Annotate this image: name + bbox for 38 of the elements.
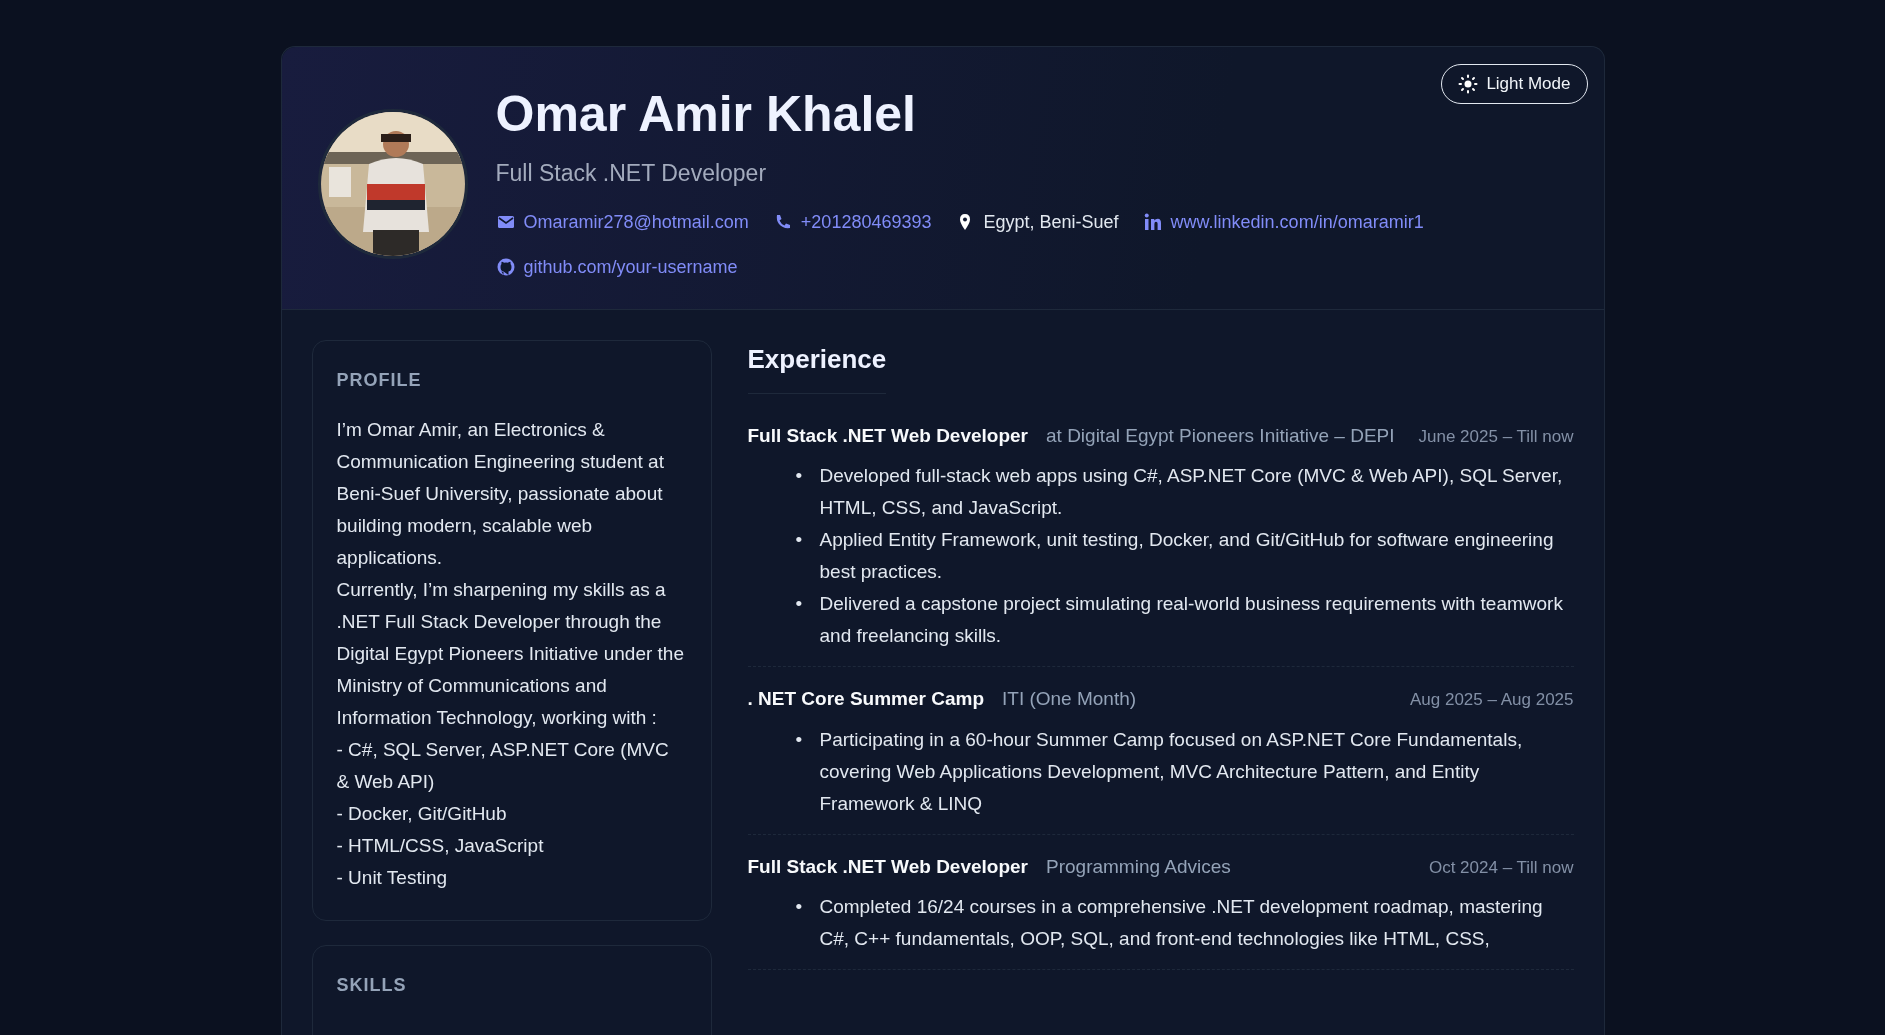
bullet-marker: • [795,895,804,919]
bullet-marker: • [795,592,804,616]
section-heading: SKILLS [336,973,408,997]
bullet-item: Completed 16/24 courses in a comprehensive .NET development roadmap, mastering C#, C++ fundamentals, OOP, SQL, and front-end technologies like HTML, CSS, [819,895,1544,951]
profile-text: - Docker, Git/GitHub [336,801,508,826]
bullet-item: Applied Entity Framework, unit testing, Docker, and Git/GitHub for software engineering best practices. [819,528,1555,584]
bullet-item: Developed full-stack web apps using C#, ASP.NET Core (MVC & Web API), SQL Server, HTML, CSS, and JavaScript. [819,464,1564,520]
person-name: Omar Amir Khalel [495,87,917,142]
contact-link[interactable]: github.com/your-username [523,253,738,281]
section-title: Experience [747,339,887,394]
date-range: June 2025 – Till now [1418,425,1574,448]
contact-link[interactable]: +201280469393 [800,208,932,236]
bullet-item: Delivered a capstone project simulating real-world business requirements with teamwork and freelancing skills. [819,592,1564,648]
date-range: Oct 2024 – Till now [1428,856,1574,879]
bullet-marker: • [795,727,804,752]
bullet-marker: • [795,464,804,488]
section-heading: PROFILE [336,368,423,392]
bullet-item: Participating in a 60-hour Summer Camp focused on ASP.NET Core Fundamentals, covering Web Applications Development, MVC Architecture Pattern, and Entity Framework & LINQ [819,727,1524,816]
organization-name: at Digital Egypt Pioneers Initiative – DEPI [1046,423,1395,448]
sun-icon [1458,73,1479,94]
contact-text: Egypt, Beni-Suef [983,210,1119,234]
organization-name: Programming Advices [1046,854,1231,879]
github-icon [495,257,516,277]
job-title: Full Stack .NET Web Developer [747,854,1028,879]
contact-link[interactable]: www.linkedin.com/in/omaramir1 [1170,208,1424,236]
job-subtitle: Full Stack .NET Developer [495,159,768,188]
linkedin-icon [1142,212,1163,232]
profile-text: - C#, SQL Server, ASP.NET Core (MVC & Web API) [336,737,670,794]
profile-text: - Unit Testing [336,865,449,890]
organization-name: ITI (One Month) [1002,687,1137,711]
profile-text: I’m Omar Amir, an Electronics & Communication Engineering student at Beni-Suef University, passionate about building modern, scalable web applications. [336,417,665,570]
profile-text: - HTML/CSS, JavaScript [336,833,545,858]
job-title: . NET Core Summer Camp [747,687,984,711]
profile-text: Currently, I’m sharpening my skills as a .NET Full Stack Developer through the Digital Egypt Pioneers Initiative under the Ministry of Communications and Information Technology, working with : [336,577,685,730]
job-title: Full Stack .NET Web Developer [747,423,1028,448]
contact-link[interactable]: Omaramir278@hotmail.com [523,208,749,236]
date-range: Aug 2025 – Aug 2025 [1409,689,1574,711]
bullet-marker: • [795,528,804,552]
